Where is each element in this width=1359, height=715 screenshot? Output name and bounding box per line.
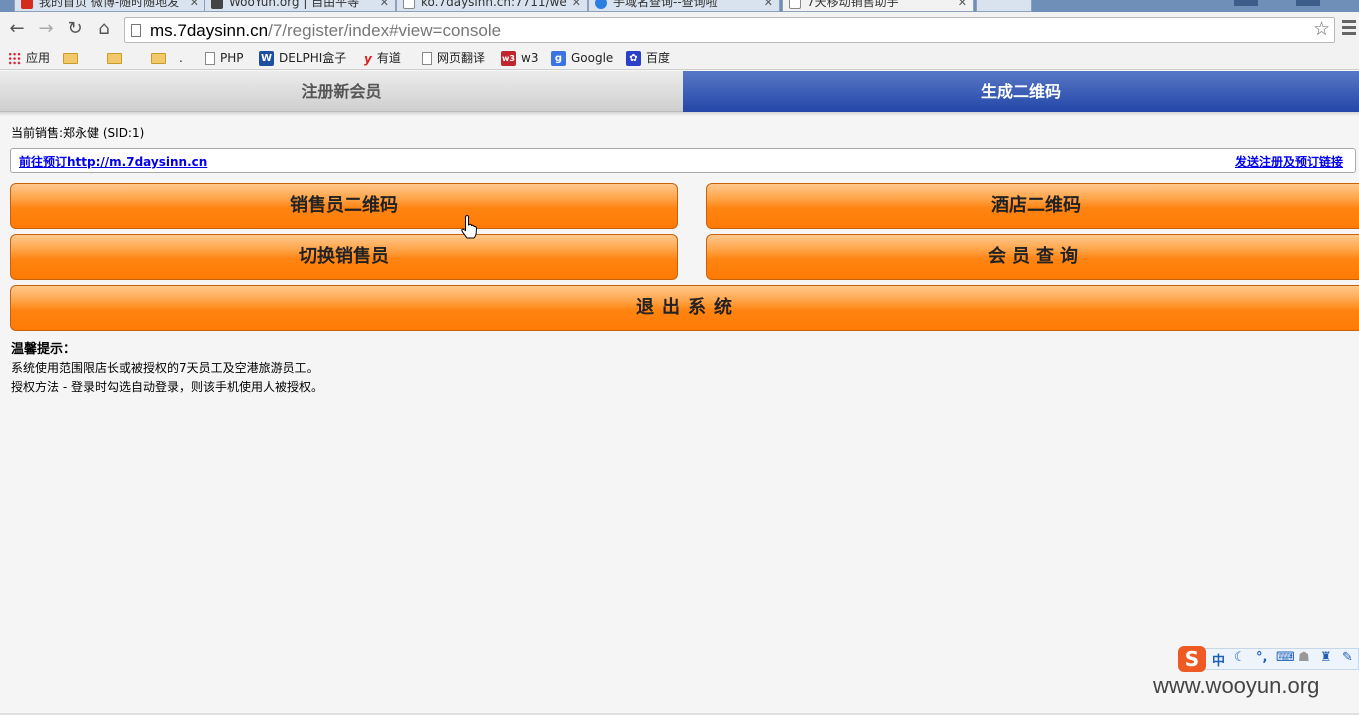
bookmark-translate[interactable]: 网页翻译 xyxy=(422,49,485,67)
home-icon[interactable]: ⌂ xyxy=(93,18,115,40)
weibo-icon xyxy=(21,0,33,9)
folder-icon xyxy=(151,53,166,64)
shirt-icon[interactable]: ♜ xyxy=(1320,650,1332,665)
bookmark-star-icon[interactable]: ☆ xyxy=(1313,18,1330,40)
ime-toolbar: S 中 ☾ °, ⌨ ☗ ♜ ✎ xyxy=(1178,645,1359,673)
bookmark-label: 网页翻译 xyxy=(437,51,486,65)
bookmark-google[interactable]: g Google xyxy=(551,49,613,67)
bookmarks-bar: 应用 . PHP W DELPHI盒子 y 有道 网页翻译 w3 w3 g Google… xyxy=(0,46,1359,70)
back-arrow-icon[interactable]: ← xyxy=(6,18,28,40)
browser-tab-title: 7天移动销售助手 xyxy=(807,0,899,9)
browser-tab-title: 我的首页 微博-随时随地发 xyxy=(39,0,180,9)
url-path: /7/register/index#view=console xyxy=(268,21,502,40)
sogou-logo-icon[interactable]: S xyxy=(1178,646,1206,672)
page-icon xyxy=(789,0,801,9)
link-bar: 前往预订http://m.7daysinn.cn 发送注册及预订链接 xyxy=(10,148,1356,173)
bookmark-label: PHP xyxy=(220,51,244,65)
ime-lang-toggle[interactable]: 中 xyxy=(1212,650,1225,669)
maximize-button[interactable] xyxy=(1296,0,1320,6)
page-icon xyxy=(131,24,141,37)
browser-tab-title: 手域名查询--查询啦 xyxy=(613,0,718,9)
bookmark-label: Google xyxy=(571,51,614,65)
address-bar[interactable]: ms.7daysinn.cn/7/register/index#view=con… xyxy=(124,17,1335,43)
browser-tab[interactable]: ko.7daysinn.cn:7711/we ✕ xyxy=(396,0,588,12)
punctuation-icon[interactable]: °, xyxy=(1256,650,1267,665)
member-query-button[interactable]: 会员查询 xyxy=(706,234,1359,280)
close-icon[interactable]: ✕ xyxy=(958,0,967,11)
moon-icon[interactable]: ☾ xyxy=(1234,650,1246,665)
close-icon[interactable]: ✕ xyxy=(764,0,773,11)
bookmark-folder[interactable] xyxy=(63,49,83,67)
tips-line: 授权方法 - 登录时勾选自动登录，则该手机使用人被授权。 xyxy=(11,380,323,394)
delphi-w-icon: W xyxy=(259,51,274,66)
current-sales-info: 当前销售:郑永健 (SID:1) xyxy=(11,126,145,140)
w3-icon: w3 xyxy=(501,51,516,66)
send-link[interactable]: 发送注册及预订链接 xyxy=(1235,153,1343,170)
bookmark-youdao[interactable]: y 有道 xyxy=(364,49,401,67)
bookmark-w3[interactable]: w3 w3 xyxy=(501,49,538,67)
folder-icon xyxy=(107,53,122,64)
browser-tab-strip: 我的首页 微博-随时随地发 ✕ WooYun.org | 自由平等 ✕ ko.7… xyxy=(0,0,1359,12)
bookmark-baidu[interactable]: ✿ 百度 xyxy=(626,49,670,67)
bookmark-label: 有道 xyxy=(376,51,401,65)
bookmark-label: 应用 xyxy=(26,51,51,65)
apps-grid-icon xyxy=(8,52,21,65)
browser-tab[interactable]: 手域名查询--查询啦 ✕ xyxy=(588,0,780,12)
bookmark-php[interactable]: PHP xyxy=(205,49,244,67)
google-icon: g xyxy=(551,51,566,66)
watermark: www.wooyun.org xyxy=(1153,673,1320,698)
close-icon[interactable]: ✕ xyxy=(380,0,389,11)
bookmark-apps[interactable]: 应用 xyxy=(8,49,50,67)
new-tab-button[interactable] xyxy=(976,0,1032,12)
reload-icon[interactable]: ↻ xyxy=(64,18,86,40)
bookmark-label: . xyxy=(179,51,183,65)
tab-register-member[interactable]: 注册新会员 xyxy=(0,71,683,112)
ie-icon xyxy=(595,0,607,9)
folder-icon xyxy=(63,53,78,64)
bookmark-label: 百度 xyxy=(646,51,671,65)
bookmark-delphi[interactable]: W DELPHI盒子 xyxy=(259,49,346,67)
baidu-paw-icon: ✿ xyxy=(626,51,641,66)
seller-qr-button[interactable]: 销售员二维码 xyxy=(10,183,678,229)
browser-tab-active[interactable]: 7天移动销售助手 ✕ xyxy=(782,0,974,12)
browser-tab[interactable]: WooYun.org | 自由平等 ✕ xyxy=(204,0,396,12)
booking-link[interactable]: 前往预订http://m.7daysinn.cn xyxy=(19,153,207,170)
youdao-icon: y xyxy=(364,51,372,66)
tips-line: 系统使用范围限店长或被授权的7天员工及空港旅游员工。 xyxy=(11,361,319,375)
switch-seller-button[interactable]: 切换销售员 xyxy=(10,234,678,280)
tab-generate-qr[interactable]: 生成二维码 xyxy=(683,71,1359,112)
browser-tab-title: WooYun.org | 自由平等 xyxy=(229,0,360,9)
bookmark-label: DELPHI盒子 xyxy=(279,51,347,65)
logout-button[interactable]: 退出系统 xyxy=(10,285,1359,331)
forward-arrow-icon[interactable]: → xyxy=(35,18,57,40)
bookmark-folder[interactable] xyxy=(107,49,127,67)
browser-tab-title: ko.7daysinn.cn:7711/we xyxy=(421,0,567,9)
page-icon xyxy=(205,52,215,65)
tips-section: 温馨提示： 系统使用范围限店长或被授权的7天员工及空港旅游员工。 授权方法 - … xyxy=(11,340,323,397)
url-host: ms.7daysinn.cn xyxy=(150,21,269,40)
page-icon xyxy=(422,52,432,65)
nav-shadow xyxy=(0,112,1359,116)
bookmark-folder[interactable]: . xyxy=(151,49,183,67)
tips-title: 温馨提示： xyxy=(11,342,77,357)
wooyun-icon xyxy=(211,0,223,9)
page-icon xyxy=(403,0,415,9)
user-icon[interactable]: ☗ xyxy=(1298,650,1310,665)
bookmark-label: w3 xyxy=(521,51,539,65)
hotel-qr-button[interactable]: 酒店二维码 xyxy=(706,183,1359,229)
minimize-button[interactable] xyxy=(1234,0,1258,6)
menu-icon[interactable] xyxy=(1342,20,1356,36)
browser-tab[interactable]: 我的首页 微博-随时随地发 ✕ xyxy=(14,0,206,12)
wrench-icon[interactable]: ✎ xyxy=(1342,650,1353,665)
page-nav-tabs: 注册新会员 生成二维码 xyxy=(0,71,1359,112)
keyboard-icon[interactable]: ⌨ xyxy=(1276,650,1295,665)
browser-toolbar: ← → ↻ ⌂ ms.7daysinn.cn/7/register/index#… xyxy=(0,12,1359,46)
hand-cursor-icon xyxy=(461,215,477,239)
close-icon[interactable]: ✕ xyxy=(190,0,199,11)
close-icon[interactable]: ✕ xyxy=(572,0,581,11)
url-text[interactable]: ms.7daysinn.cn/7/register/index#view=con… xyxy=(150,21,501,41)
